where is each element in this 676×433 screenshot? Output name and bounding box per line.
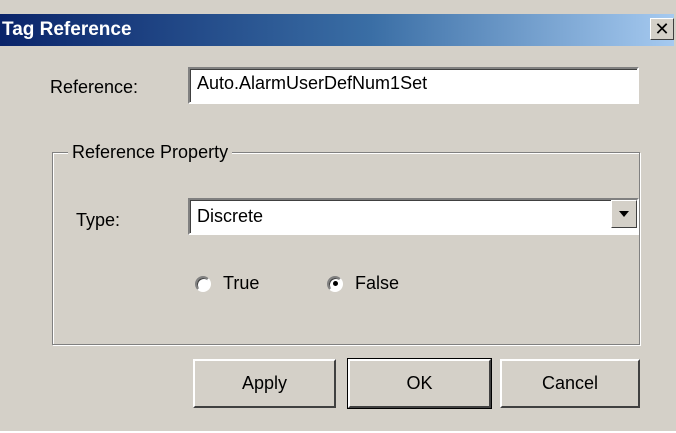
title-bar[interactable]: Tag Reference ✕ [0,14,674,46]
radio-selected-dot [332,281,338,286]
type-dropdown-button[interactable] [611,200,637,228]
close-icon: ✕ [654,19,670,39]
type-label: Type: [76,210,121,230]
reference-property-title: Reference Property [68,142,233,163]
radio-true-circle[interactable] [195,275,211,292]
ok-button[interactable]: OK [347,358,492,409]
reference-property-group [52,152,640,345]
cancel-button[interactable]: Cancel [500,359,640,408]
reference-label: Reference: [50,77,139,97]
radio-true-label: True [223,273,260,293]
radio-false-label: False [355,273,400,293]
reference-value: Auto.AlarmUserDefNum1Set [197,73,428,93]
close-button[interactable]: ✕ [650,18,674,40]
window-title: Tag Reference [2,19,132,40]
chevron-down-icon [619,211,629,217]
reference-input[interactable]: Auto.AlarmUserDefNum1Set [188,67,639,104]
tag-reference-dialog: Tag Reference ✕ Reference: Auto.AlarmUse… [0,0,676,431]
type-select[interactable]: Discrete [188,198,639,235]
radio-true[interactable]: True [195,273,259,294]
radio-false[interactable]: False [327,273,399,294]
radio-false-circle[interactable] [327,275,343,292]
type-value: Discrete [197,206,264,226]
apply-button[interactable]: Apply [193,359,336,408]
